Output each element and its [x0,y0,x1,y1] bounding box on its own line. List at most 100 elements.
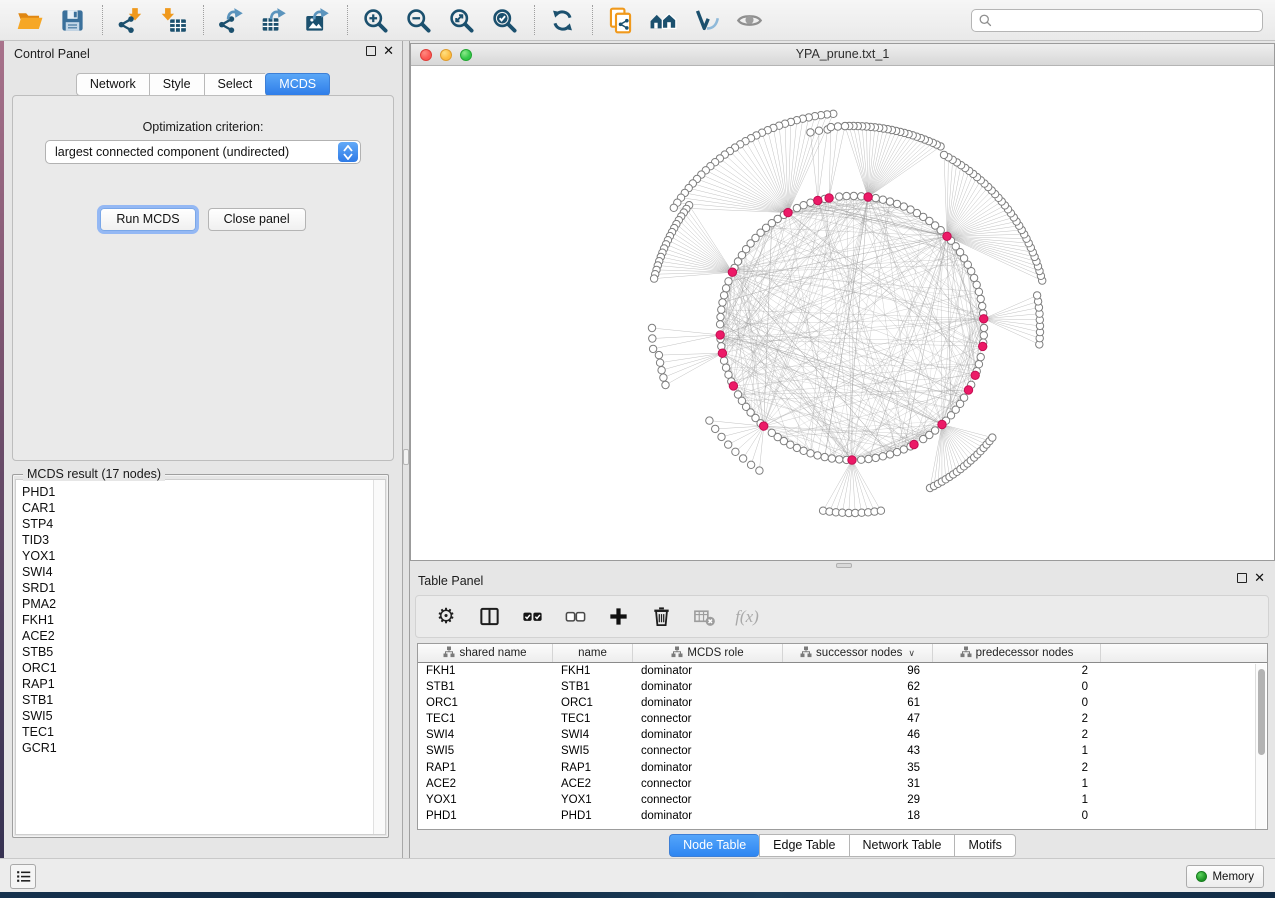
float-panel-icon[interactable] [1237,573,1247,583]
mcds-result-list[interactable]: PHD1CAR1STP4TID3YOX1SWI4SRD1PMA2FKH1ACE2… [15,479,386,835]
tab-network-table[interactable]: Network Table [849,834,955,857]
mcds-result-item[interactable]: STB1 [16,692,385,708]
table-cell[interactable]: 2 [933,727,1101,743]
column-header-name[interactable]: name [553,644,633,662]
mcds-result-item[interactable]: PMA2 [16,596,385,612]
tab-style[interactable]: Style [149,73,204,96]
run-mcds-button[interactable]: Run MCDS [100,208,195,231]
table-cell[interactable]: SWI4 [553,727,633,743]
table-cell[interactable]: connector [633,711,783,727]
column-header-successor-nodes[interactable]: successor nodes∨ [783,644,933,662]
table-cell[interactable]: 0 [933,695,1101,711]
table-cell[interactable]: YOX1 [553,792,633,808]
select-all-icon[interactable] [518,603,546,631]
table-cell[interactable]: ORC1 [553,695,633,711]
column-header-shared-name[interactable]: shared name [418,644,553,662]
table-cell[interactable]: TEC1 [418,711,553,727]
mcds-result-item[interactable]: FKH1 [16,612,385,628]
delete-column-icon[interactable] [647,603,675,631]
close-panel-icon[interactable]: ✕ [383,46,394,56]
table-cell[interactable]: dominator [633,695,783,711]
table-row[interactable]: SWI5SWI5connector431 [418,743,1267,759]
table-cell[interactable]: dominator [633,679,783,695]
table-cell[interactable]: YOX1 [418,792,553,808]
network-graph[interactable] [411,66,1274,560]
close-window-icon[interactable] [420,49,432,61]
table-cell[interactable]: RAP1 [553,760,633,776]
table-cell[interactable]: dominator [633,663,783,679]
table-cell[interactable]: 29 [783,792,933,808]
mcds-result-item[interactable]: SWI4 [16,564,385,580]
table-row[interactable]: STB1STB1dominator620 [418,679,1267,695]
mcds-result-item[interactable]: SRD1 [16,580,385,596]
mcds-result-item[interactable]: YOX1 [16,548,385,564]
zoom-selected-icon[interactable] [487,3,521,37]
splitter-handle[interactable] [403,449,409,465]
table-row[interactable]: FKH1FKH1dominator962 [418,663,1267,679]
tab-motifs[interactable]: Motifs [954,834,1015,857]
table-cell[interactable]: connector [633,792,783,808]
add-column-icon[interactable] [604,603,632,631]
mcds-list-scrollbar[interactable] [373,480,385,834]
table-cell[interactable]: STB1 [553,679,633,695]
mcds-result-item[interactable]: STB5 [16,644,385,660]
table-cell[interactable]: STB1 [418,679,553,695]
annotations-icon[interactable] [689,3,723,37]
table-cell[interactable]: connector [633,743,783,759]
table-cell[interactable]: dominator [633,760,783,776]
table-settings-icon[interactable]: ⚙ [432,603,460,631]
table-row[interactable]: SWI4SWI4dominator462 [418,727,1267,743]
table-cell[interactable]: TEC1 [553,711,633,727]
zoom-in-icon[interactable] [358,3,392,37]
mcds-result-item[interactable]: STP4 [16,516,385,532]
mcds-result-item[interactable]: TEC1 [16,724,385,740]
zoom-out-icon[interactable] [401,3,435,37]
mcds-result-item[interactable]: ACE2 [16,628,385,644]
save-session-icon[interactable] [55,3,89,37]
table-cell[interactable]: FKH1 [553,663,633,679]
table-cell[interactable]: 2 [933,760,1101,776]
close-panel-button[interactable]: Close panel [208,208,306,231]
table-scrollbar-thumb[interactable] [1258,669,1265,755]
close-panel-icon[interactable]: ✕ [1254,573,1265,583]
task-history-button[interactable] [10,864,36,889]
mcds-result-item[interactable]: SWI5 [16,708,385,724]
search-input[interactable] [993,11,1262,30]
table-cell[interactable]: 18 [783,808,933,824]
zoom-fit-icon[interactable] [444,3,478,37]
table-cell[interactable]: ACE2 [553,776,633,792]
mcds-result-item[interactable]: GCR1 [16,740,385,756]
mcds-result-item[interactable]: CAR1 [16,500,385,516]
export-table-icon[interactable] [257,3,291,37]
mcds-result-item[interactable]: ORC1 [16,660,385,676]
table-cell[interactable]: ORC1 [418,695,553,711]
mcds-result-item[interactable]: TID3 [16,532,385,548]
network-window-titlebar[interactable]: YPA_prune.txt_1 [411,44,1274,66]
tab-node-table[interactable]: Node Table [669,834,759,857]
table-row[interactable]: PHD1PHD1dominator180 [418,808,1267,824]
minimize-window-icon[interactable] [440,49,452,61]
table-row[interactable]: YOX1YOX1connector291 [418,792,1267,808]
memory-button[interactable]: Memory [1186,865,1264,888]
table-cell[interactable]: 0 [933,679,1101,695]
table-cell[interactable]: 61 [783,695,933,711]
column-layout-icon[interactable] [475,603,503,631]
deselect-all-icon[interactable] [561,603,589,631]
table-cell[interactable]: SWI5 [418,743,553,759]
table-cell[interactable]: 1 [933,776,1101,792]
export-network-icon[interactable] [214,3,248,37]
tab-select[interactable]: Select [204,73,266,96]
table-cell[interactable]: 46 [783,727,933,743]
table-row[interactable]: TEC1TEC1connector472 [418,711,1267,727]
table-cell[interactable]: 0 [933,808,1101,824]
table-cell[interactable]: ACE2 [418,776,553,792]
table-cell[interactable]: 35 [783,760,933,776]
table-cell[interactable]: 62 [783,679,933,695]
table-cell[interactable]: SWI5 [553,743,633,759]
table-cell[interactable]: PHD1 [553,808,633,824]
column-header-MCDS-role[interactable]: MCDS role [633,644,783,662]
tab-network[interactable]: Network [76,73,149,96]
table-cell[interactable]: dominator [633,808,783,824]
first-neighbors-icon[interactable] [646,3,680,37]
table-cell[interactable]: 1 [933,743,1101,759]
